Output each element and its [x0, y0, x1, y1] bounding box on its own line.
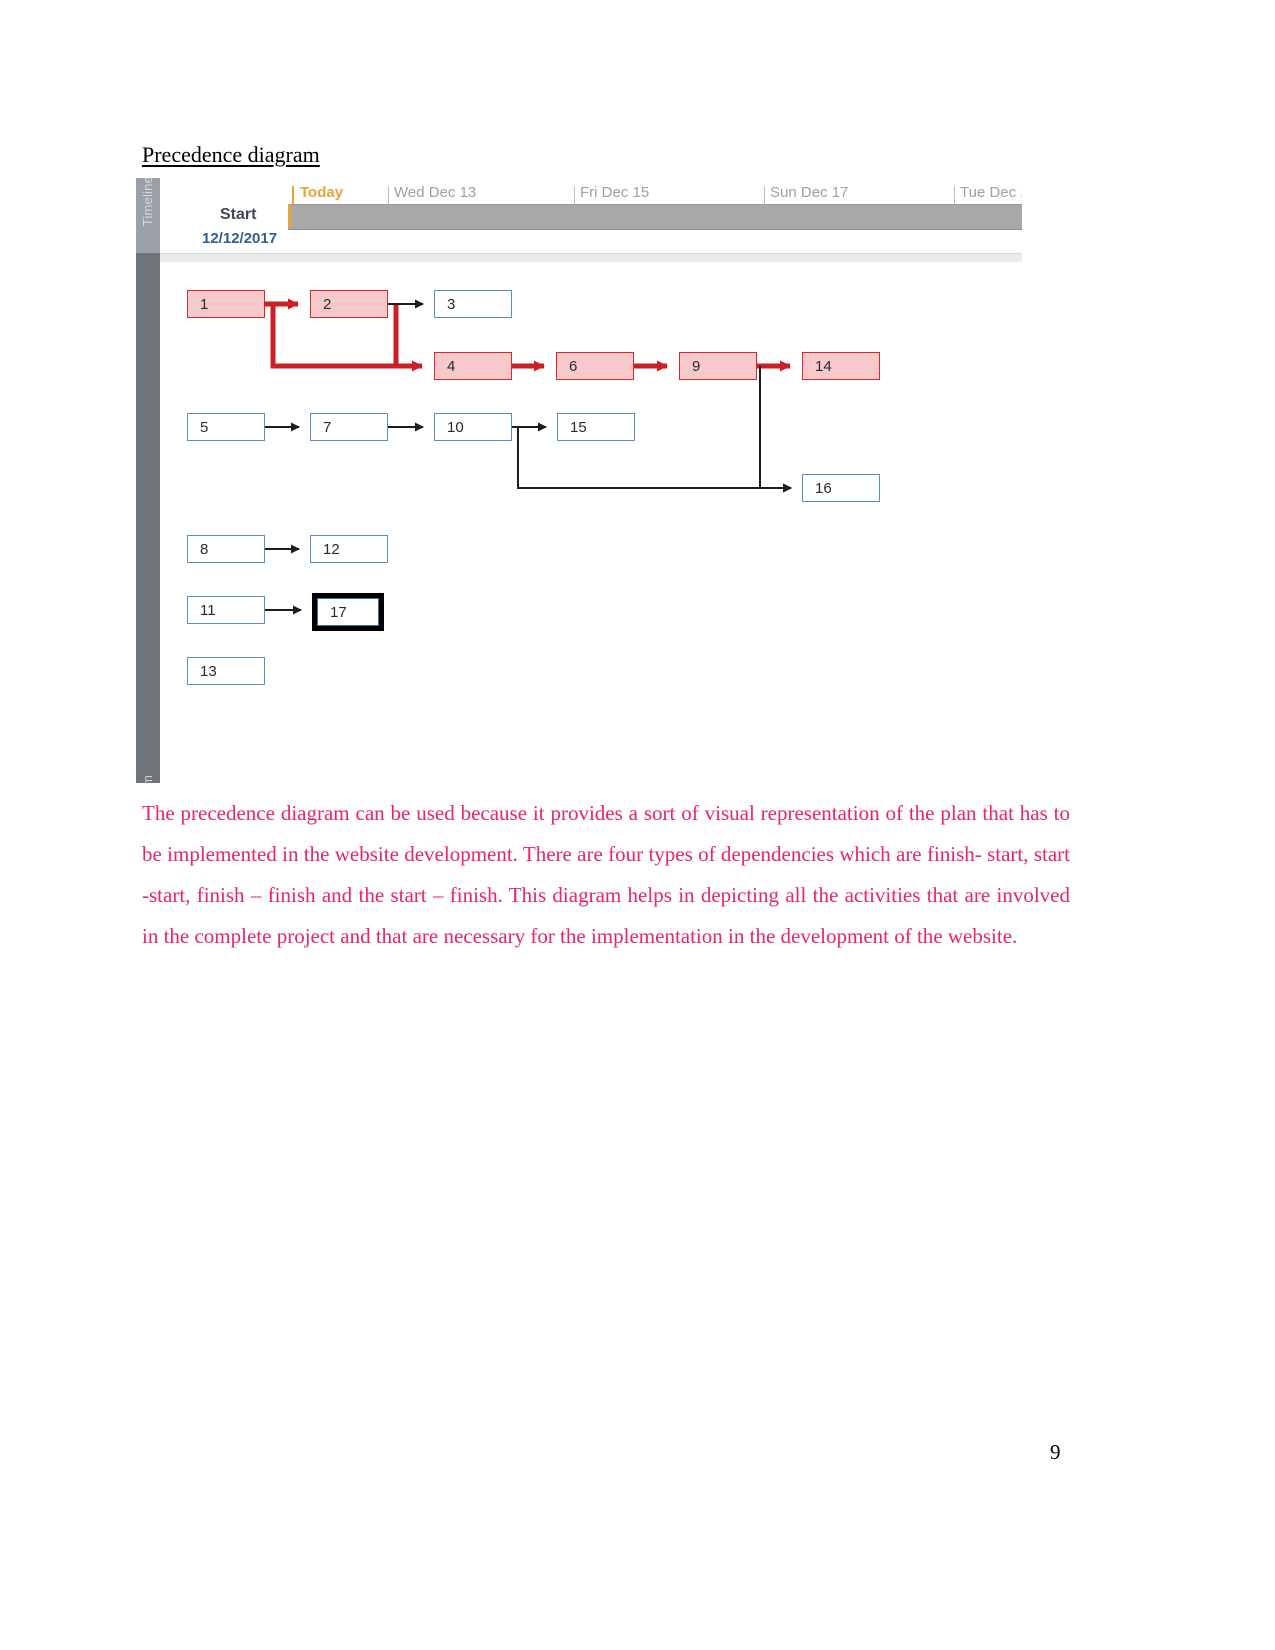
- diagram-node-4[interactable]: 4: [434, 352, 512, 380]
- diagram-node-9[interactable]: 9: [679, 352, 757, 380]
- edge-9-16: [759, 366, 792, 493]
- document-page: Precedence diagram Timeline gram Today W…: [0, 0, 1275, 1650]
- diagram-node-10[interactable]: 10: [434, 413, 512, 441]
- timeline-project-bar[interactable]: [288, 204, 1022, 230]
- timeline-start-label: Start: [220, 206, 257, 223]
- timeline-bar-start-cap: [288, 204, 291, 228]
- page-title: Precedence diagram: [142, 142, 320, 167]
- timeline-tick-label-3: Tue Dec 1: [960, 184, 1022, 201]
- diagram-node-5[interactable]: 5: [187, 413, 265, 441]
- timeline-tick-label-2: Sun Dec 17: [770, 184, 849, 201]
- diagram-node-6[interactable]: 6: [556, 352, 634, 380]
- diagram-node-13[interactable]: 13: [187, 657, 265, 685]
- timeline-header: Today Wed Dec 13 Fri Dec 15 Sun Dec 17 T…: [160, 178, 1022, 253]
- diagram-node-7[interactable]: 7: [310, 413, 388, 441]
- page-number: 9: [1050, 1440, 1061, 1464]
- diagram-node-1[interactable]: 1: [187, 290, 265, 318]
- timeline-tick-label-0: Wed Dec 13: [394, 184, 477, 201]
- diagram-node-14[interactable]: 14: [802, 352, 880, 380]
- edge-2-4: [393, 304, 422, 369]
- diagram-node-3[interactable]: 3: [434, 290, 512, 318]
- rail-label-timeline: Timeline: [140, 178, 155, 227]
- diagram-node-12[interactable]: 12: [310, 535, 388, 563]
- diagram-node-8[interactable]: 8: [187, 535, 265, 563]
- diagram-canvas[interactable]: 1 2 3 4 6 9 14 5 7 10 15 16 8 12 11 17 1…: [160, 262, 1022, 783]
- view-rail: Timeline gram: [136, 178, 160, 783]
- diagram-node-17-selected[interactable]: 17: [312, 593, 384, 631]
- body-paragraph: The precedence diagram can be used becau…: [142, 801, 1070, 948]
- timeline-start-date: 12/12/2017: [202, 230, 278, 247]
- precedence-diagram-screenshot: Timeline gram Today Wed Dec 13 Fri Dec 1…: [136, 178, 1022, 783]
- diagram-node-11[interactable]: 11: [187, 596, 265, 624]
- diagram-node-2[interactable]: 2: [310, 290, 388, 318]
- diagram-connectors: [265, 298, 792, 615]
- diagram-node-16[interactable]: 16: [802, 474, 880, 502]
- timeline-today-label: Today: [300, 184, 344, 201]
- rail-label-diagram: gram: [140, 775, 155, 783]
- timeline-tick-label-1: Fri Dec 15: [580, 184, 650, 201]
- diagram-node-15[interactable]: 15: [557, 413, 635, 441]
